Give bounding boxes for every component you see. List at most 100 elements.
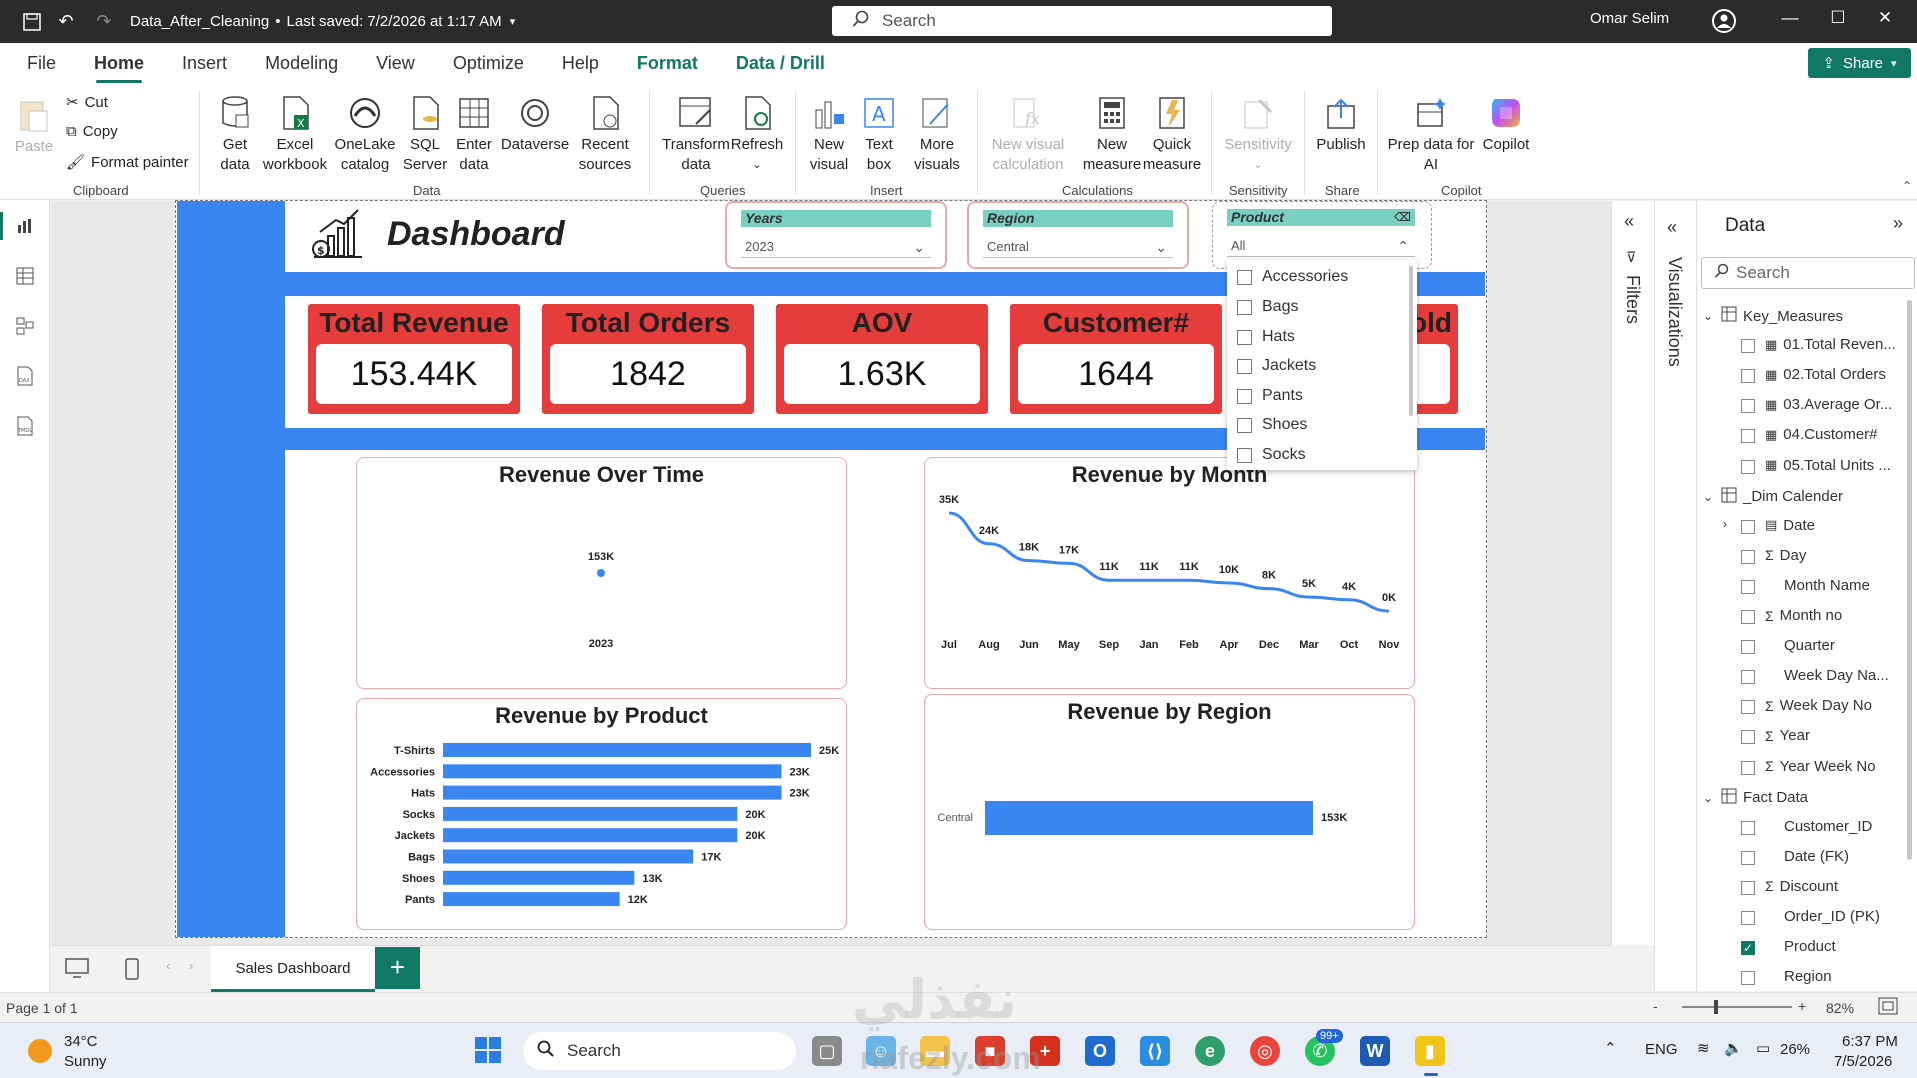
kpi-card[interactable]: Total Orders 1842 — [542, 304, 754, 414]
clock-date[interactable]: 7/5/2026 — [1834, 1053, 1892, 1070]
share-button[interactable]: ⇪ Share ▾ — [1808, 48, 1911, 78]
checkbox[interactable] — [1237, 269, 1252, 285]
chevron-up-icon[interactable]: ⌃ — [1604, 1039, 1617, 1057]
field-checkbox[interactable] — [1741, 399, 1755, 414]
checkbox[interactable] — [1237, 447, 1252, 463]
tree-field-node[interactable]: ✓ Product — [1741, 938, 1836, 956]
prep-data-for-ai-button[interactable]: Prep data for AI — [1386, 93, 1476, 175]
tree-field-node[interactable]: Σ Year Week No — [1741, 758, 1876, 775]
close-button[interactable]: ✕ — [1870, 8, 1900, 28]
tab-data-drill[interactable]: Data / Drill — [736, 43, 825, 87]
transform-data-button[interactable]: Transform data — [658, 93, 734, 175]
save-icon[interactable] — [20, 10, 44, 34]
more-visuals-button[interactable]: More visuals — [910, 93, 964, 175]
tab-view[interactable]: View — [376, 43, 415, 87]
slicer-value[interactable]: Central ⌄ — [983, 236, 1173, 258]
field-checkbox[interactable] — [1741, 760, 1755, 775]
collapse-ribbon-icon[interactable]: ⌃ — [1902, 179, 1912, 193]
slicer-product[interactable]: Product ⌫ All ⌃ — [1212, 201, 1432, 269]
data-search-input[interactable]: Search — [1701, 257, 1915, 289]
slicer-value[interactable]: 2023 ⌄ — [741, 236, 931, 258]
tab-file[interactable]: File — [27, 43, 56, 87]
tree-field-node[interactable]: ▦ 04.Customer# — [1741, 426, 1878, 444]
chrome-icon[interactable]: ◎ — [1250, 1036, 1280, 1066]
field-checkbox[interactable] — [1741, 610, 1755, 624]
battery-icon[interactable]: ▭ — [1756, 1039, 1770, 1057]
dropdown-item[interactable]: Bags — [1237, 298, 1298, 316]
onelake-catalog-button[interactable]: OneLake catalog — [330, 93, 400, 175]
new-visual-calculation-button[interactable]: fx New visual calculation — [986, 93, 1070, 175]
slicer-years[interactable]: Years 2023 ⌄ — [725, 201, 947, 269]
tree-field-node[interactable]: Σ Month no — [1741, 607, 1842, 624]
kpi-card[interactable]: Customer# 1644 — [1010, 304, 1222, 414]
checkbox[interactable] — [1237, 329, 1252, 345]
tab-help[interactable]: Help — [562, 43, 599, 87]
field-checkbox[interactable]: ✓ — [1741, 941, 1755, 956]
tree-field-node[interactable]: Quarter — [1741, 637, 1835, 655]
tmdl-view-icon[interactable]: TMDL — [13, 414, 37, 438]
add-page-button[interactable]: + — [375, 947, 420, 989]
filters-label[interactable]: Filters — [1622, 275, 1643, 324]
dropdown-item[interactable]: Pants — [1237, 387, 1303, 405]
taskbar-search[interactable]: Search — [523, 1032, 796, 1070]
zoom-out-button[interactable]: - — [1653, 998, 1658, 1014]
mobile-layout-icon[interactable] — [125, 958, 139, 985]
field-checkbox[interactable] — [1741, 880, 1755, 895]
wifi-icon[interactable]: ≋ — [1697, 1039, 1710, 1057]
zoom-slider[interactable] — [1682, 1000, 1792, 1014]
tree-table-node[interactable]: ⌄ Fact Data — [1703, 788, 1808, 808]
vscode-icon[interactable]: ⟨⟩ — [1140, 1036, 1170, 1066]
field-checkbox[interactable] — [1741, 850, 1755, 865]
field-checkbox[interactable] — [1741, 730, 1755, 745]
tree-field-node[interactable]: Date (FK) — [1741, 848, 1849, 865]
tree-field-node[interactable]: ▦ 01.Total Reven... — [1741, 336, 1896, 354]
chevron-right-icon[interactable]: › — [1723, 517, 1727, 531]
fit-to-page-icon[interactable] — [1878, 997, 1898, 1018]
excel-workbook-button[interactable]: X Excel workbook — [262, 93, 328, 175]
tree-field-node[interactable]: Order_ID (PK) — [1741, 908, 1880, 925]
copy-button[interactable]: ⧉ Copy — [66, 123, 118, 140]
report-view-icon[interactable] — [13, 214, 37, 238]
sql-server-button[interactable]: SQL Server — [400, 93, 450, 175]
data-pane-scrollbar[interactable] — [1907, 300, 1912, 860]
search-box[interactable]: Search — [832, 6, 1332, 36]
field-checkbox[interactable] — [1741, 429, 1755, 444]
zoom-in-button[interactable]: + — [1798, 998, 1806, 1014]
field-checkbox[interactable] — [1741, 670, 1755, 685]
chart-revenue-over-time[interactable]: Revenue Over Time 153K 2023 — [356, 457, 847, 689]
language-indicator[interactable]: ENG — [1645, 1041, 1678, 1058]
field-checkbox[interactable] — [1741, 459, 1755, 474]
chart-revenue-by-region[interactable]: Revenue by Region Central 153K — [924, 694, 1415, 930]
avatar[interactable] — [1712, 9, 1736, 33]
format-painter-button[interactable]: 🖌 Format painter — [66, 153, 189, 172]
paste-button[interactable]: Paste — [12, 95, 56, 157]
prev-page-icon[interactable]: ‹ — [166, 958, 170, 973]
chevron-down-icon[interactable]: ⌄ — [1703, 791, 1715, 805]
chevron-down-icon[interactable]: ⌄ — [1703, 490, 1715, 504]
tree-table-node[interactable]: ⌄ _Dim Calender — [1703, 487, 1843, 507]
field-checkbox[interactable] — [1741, 700, 1755, 715]
field-checkbox[interactable] — [1741, 911, 1755, 925]
word-icon[interactable]: W — [1360, 1036, 1390, 1066]
field-checkbox[interactable] — [1741, 339, 1755, 354]
tree-field-node[interactable]: Customer_ID — [1741, 818, 1872, 835]
table-view-icon[interactable] — [13, 264, 37, 288]
clock-time[interactable]: 6:37 PM — [1842, 1033, 1898, 1050]
dax-query-view-icon[interactable]: DAX — [13, 364, 37, 388]
dropdown-scrollbar[interactable] — [1409, 266, 1413, 416]
eraser-icon[interactable]: ⌫ — [1394, 209, 1411, 226]
chart-revenue-by-month[interactable]: Revenue by Month 35K Jul 24K Aug 18K Jun 17K Ma… — [924, 457, 1415, 689]
chart-revenue-by-product[interactable]: Revenue by Product T-Shirts 25K Accessorie… — [356, 698, 847, 930]
visualizations-label[interactable]: Visualizations — [1664, 257, 1685, 367]
redo-icon[interactable]: ↷ — [92, 10, 116, 34]
tree-table-node[interactable]: ⌄ Key_Measures — [1703, 306, 1843, 326]
slicer-region[interactable]: Region Central ⌄ — [967, 201, 1189, 269]
model-view-icon[interactable] — [13, 314, 37, 338]
maximize-button[interactable]: ☐ — [1823, 8, 1853, 28]
zoom-slider-thumb[interactable] — [1714, 1000, 1718, 1014]
desktop-layout-icon[interactable] — [65, 958, 89, 983]
tree-field-node[interactable]: Σ Year — [1741, 727, 1810, 745]
tree-field-node[interactable]: › ▤ Date — [1723, 517, 1815, 534]
new-visual-button[interactable]: New visual — [806, 93, 852, 175]
volume-icon[interactable]: 🔈 — [1724, 1039, 1743, 1057]
